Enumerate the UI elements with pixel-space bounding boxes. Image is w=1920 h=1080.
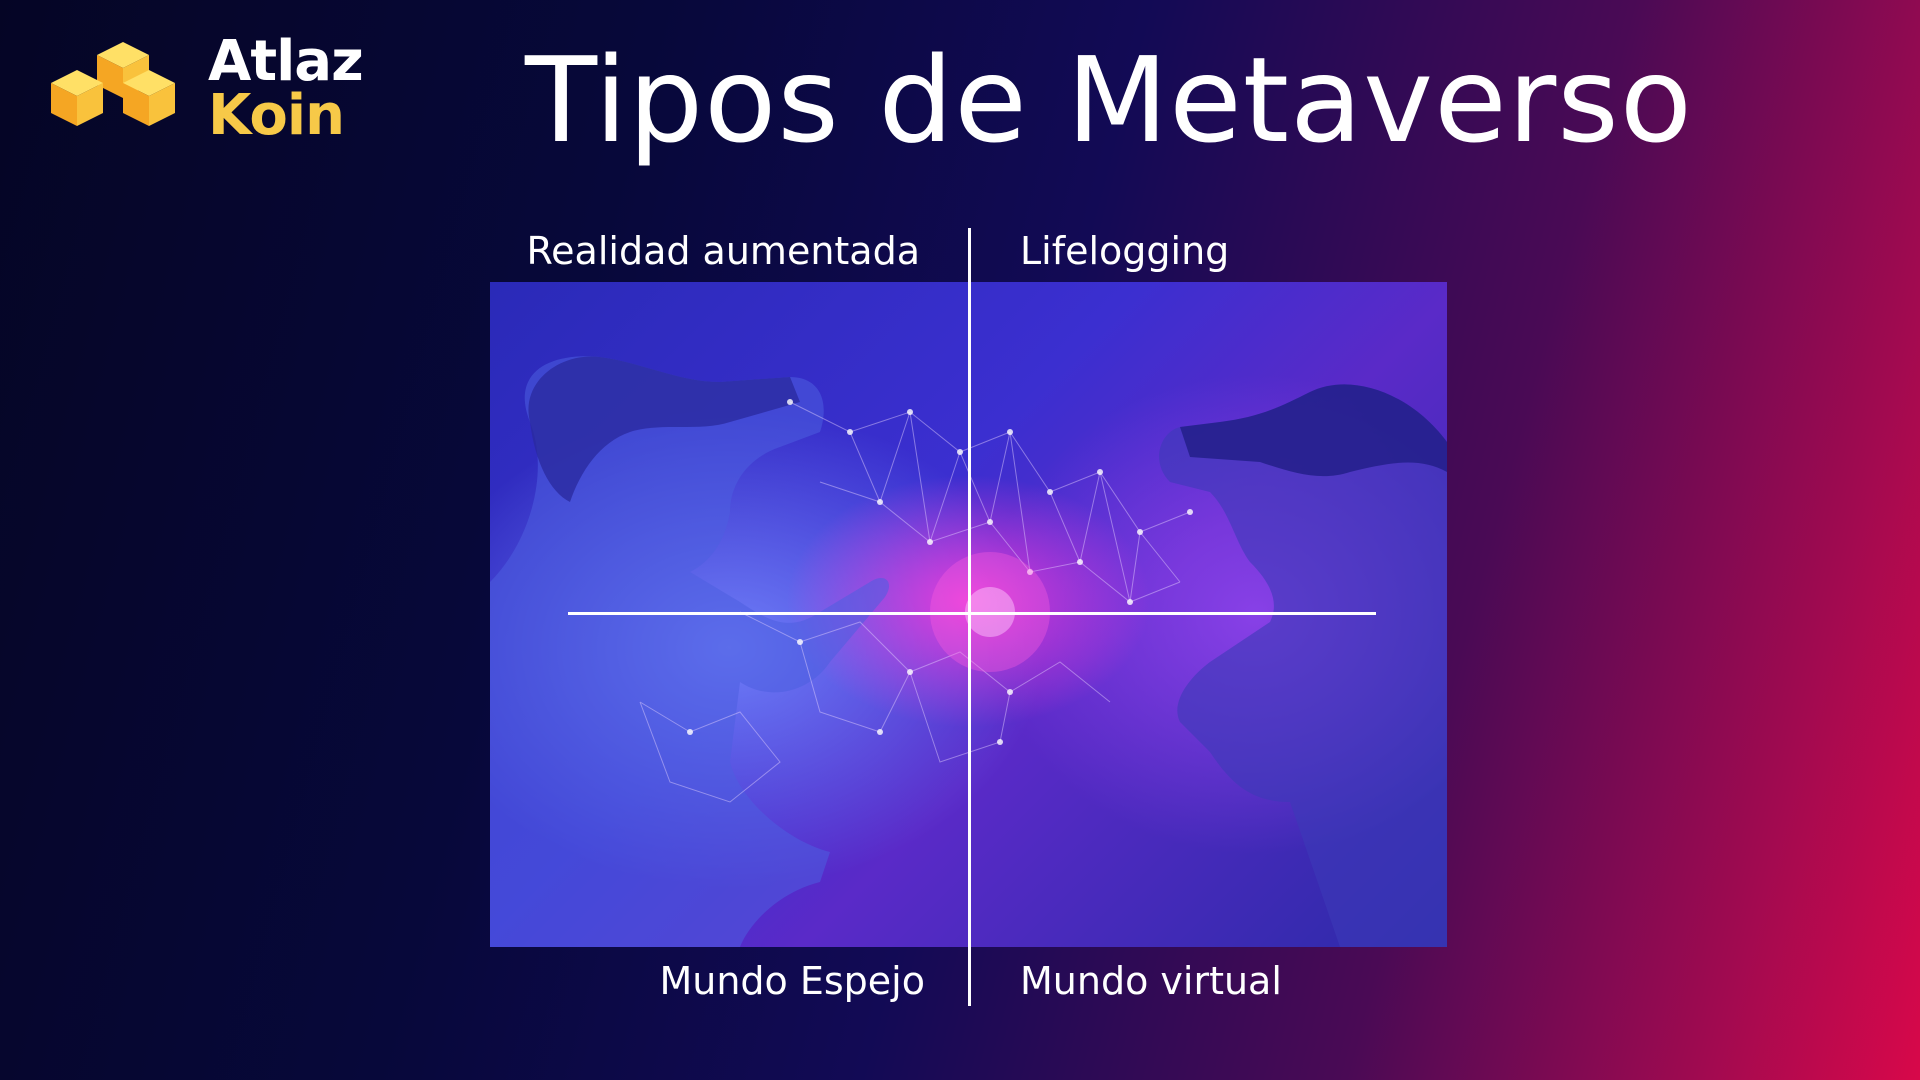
quadrant-label-lifelogging: Lifelogging — [1020, 229, 1230, 273]
page-title: Tipos de Metaverso — [525, 31, 1693, 169]
quadrant-label-virtual-world: Mundo virtual — [1020, 959, 1282, 1003]
vertical-divider — [968, 228, 971, 1006]
horizontal-divider — [568, 612, 1376, 615]
quadrant-label-augmented-reality: Realidad aumentada — [526, 229, 920, 273]
quadrant-label-mirror-world: Mundo Espejo — [659, 959, 925, 1003]
